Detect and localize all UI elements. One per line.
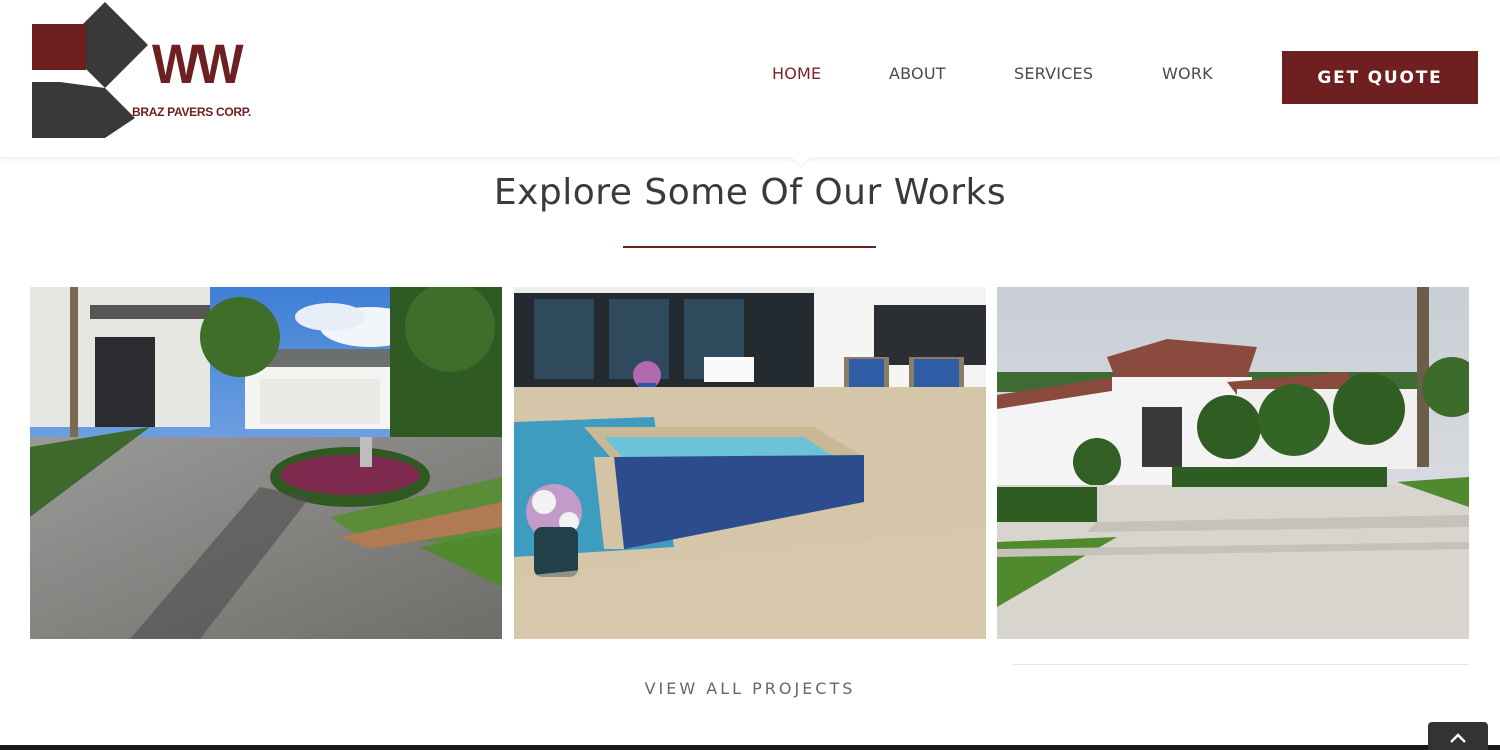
project-image-pool[interactable] (514, 287, 986, 639)
active-nav-indicator (791, 157, 811, 166)
logo-wordmark: WW (152, 32, 244, 95)
title-divider (623, 246, 876, 248)
back-to-top-button[interactable] (1428, 722, 1488, 750)
project-image-driveway[interactable] (30, 287, 502, 639)
chevron-up-icon (1450, 733, 1466, 743)
site-header: WW BRAZ PAVERS CORP. HOME ABOUT SERVICES… (0, 0, 1500, 157)
footer-edge (0, 745, 1500, 750)
section-title: Explore Some Of Our Works (493, 172, 1007, 213)
brand-logo[interactable]: WW BRAZ PAVERS CORP. (30, 2, 270, 142)
project-image-house[interactable] (997, 287, 1469, 639)
get-quote-button[interactable]: GET QUOTE (1282, 51, 1478, 104)
view-all-projects-link[interactable]: VIEW ALL PROJECTS (0, 679, 1500, 698)
nav-about[interactable]: ABOUT (889, 64, 946, 83)
nav-home[interactable]: HOME (772, 64, 821, 83)
nav-work[interactable]: WORK (1162, 64, 1213, 83)
logo-subtitle: BRAZ PAVERS CORP. (132, 105, 251, 119)
nav-services[interactable]: SERVICES (1014, 64, 1093, 83)
section-divider (1013, 664, 1469, 665)
